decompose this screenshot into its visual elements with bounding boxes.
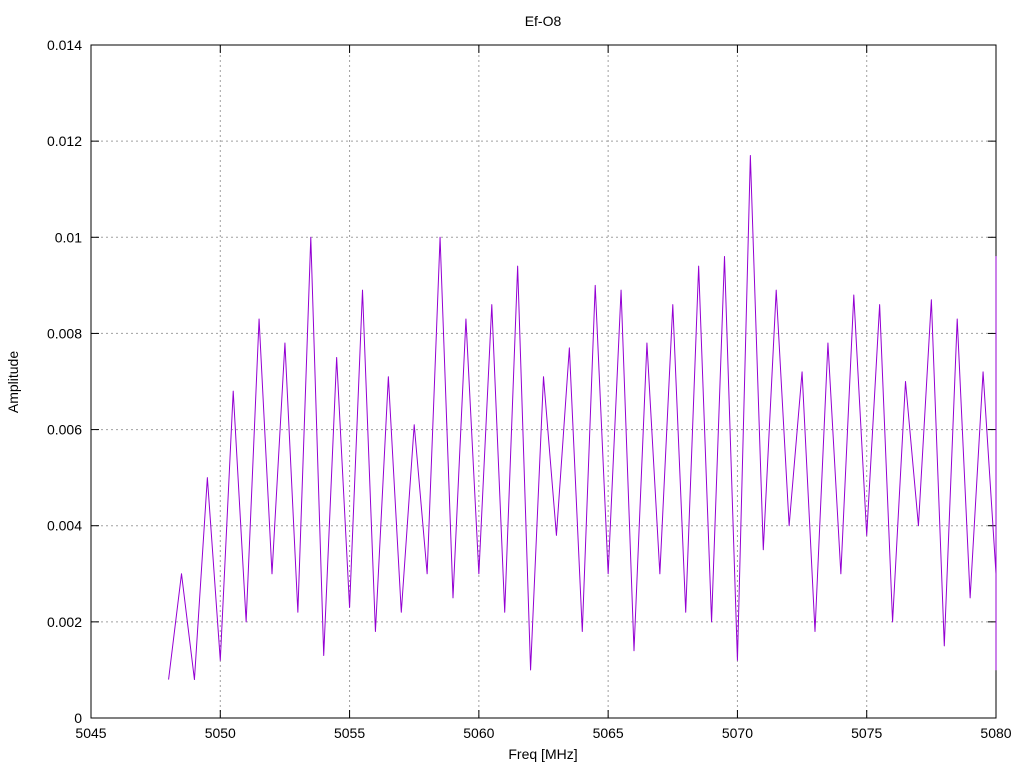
y-tick-label: 0.006 [47,422,82,438]
series-line-0 [168,155,997,681]
chart-title: Ef-O8 [525,13,562,29]
x-tick-label: 5075 [851,725,882,741]
series-layer [168,155,997,681]
x-tick-label: 5070 [722,725,753,741]
x-axis-label: Freq [MHz] [508,746,577,762]
x-tick-label: 5065 [593,725,624,741]
y-tick-label: 0.01 [55,229,82,245]
y-axis-label: Amplitude [5,351,21,413]
y-tick-label: 0.004 [47,518,82,534]
y-tick-label: 0.008 [47,325,82,341]
y-tick-label: 0 [74,710,82,726]
x-tick-label: 5060 [463,725,494,741]
y-tick-label: 0.014 [47,37,82,53]
spectrum-chart: 5045 5050 5055 5060 5065 5070 5075 5080 0 0.002 0.… [5,13,1012,762]
x-tick-label: 5045 [75,725,106,741]
y-tick-label: 0.012 [47,133,82,149]
x-tick-label: 5050 [205,725,236,741]
y-tick-label: 0.002 [47,614,82,630]
x-tick-label: 5080 [980,725,1011,741]
x-tick-label: 5055 [334,725,365,741]
